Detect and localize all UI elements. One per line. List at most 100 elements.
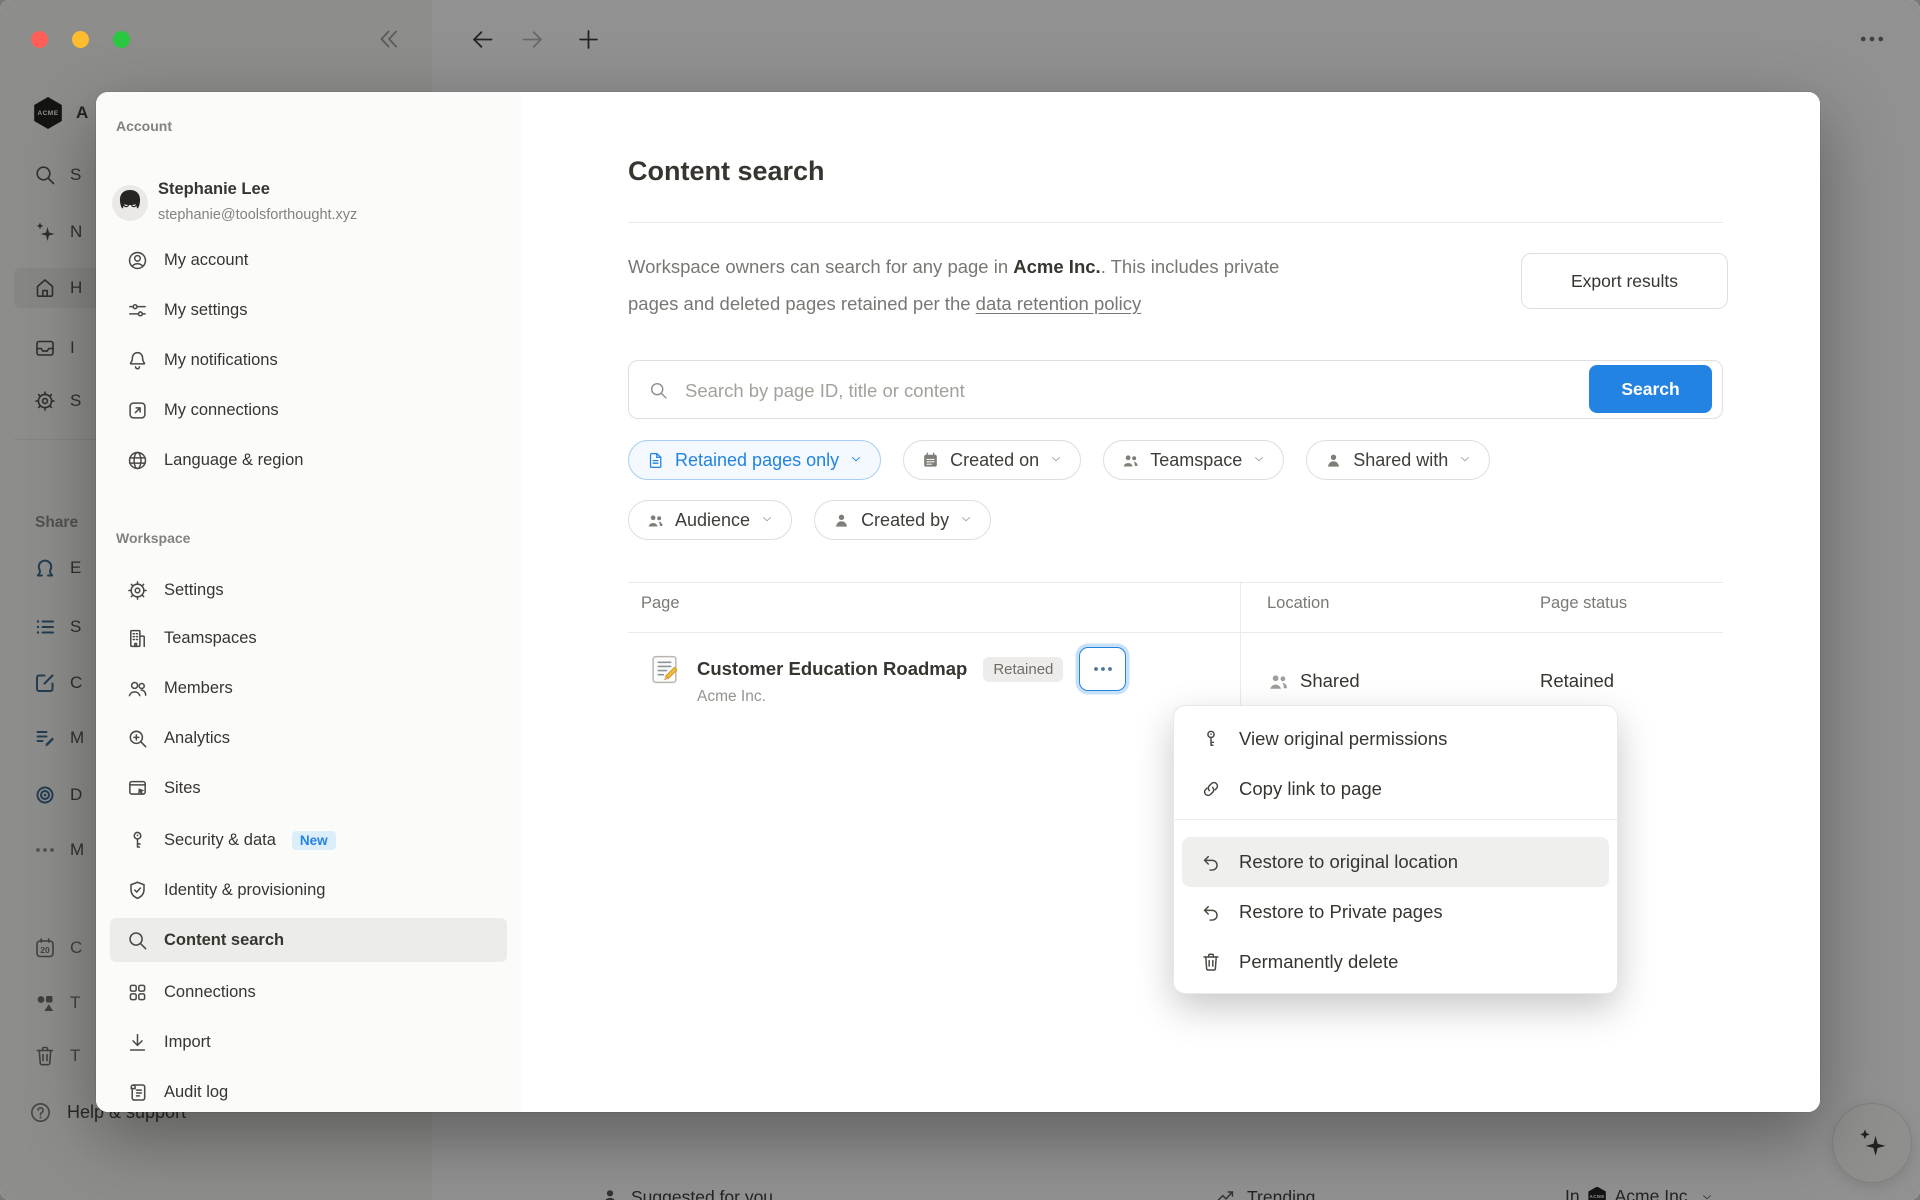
search-button[interactable]: Search: [1589, 365, 1712, 413]
people-icon: [124, 677, 150, 700]
nav-connections[interactable]: Connections: [110, 970, 507, 1014]
search-bar: Search: [628, 360, 1723, 419]
menu-restore-to-original-location[interactable]: Restore to original location: [1182, 837, 1609, 887]
page-subtitle-cell: Acme Inc.: [697, 688, 766, 706]
nav-my-account[interactable]: My account: [110, 238, 507, 282]
nav-sites[interactable]: Sites: [110, 766, 507, 810]
filter-created-by[interactable]: Created by: [814, 500, 991, 540]
export-results-button[interactable]: Export results: [1521, 253, 1728, 309]
nav-settings[interactable]: Settings: [110, 568, 507, 612]
menu-divider: [1174, 819, 1617, 820]
retained-badge: Retained: [983, 657, 1063, 682]
column-header-location: Location: [1267, 594, 1329, 613]
person-icon: [1324, 451, 1343, 470]
app-window: ACME A S N H I S: [0, 0, 1920, 1200]
nav-import[interactable]: Import: [110, 1020, 507, 1064]
filter-shared-with[interactable]: Shared with: [1306, 440, 1490, 480]
user-name: Stephanie Lee: [158, 180, 270, 199]
filter-row-1: Retained pages only Created on Teamspace…: [628, 440, 1490, 480]
nav-my-notifications[interactable]: My notifications: [110, 338, 507, 382]
ellipsis-icon: [1857, 24, 1887, 54]
workspace-name: Acme Inc.: [1013, 256, 1100, 277]
nav-security-data[interactable]: Security & data New: [110, 818, 507, 862]
filter-audience[interactable]: Audience: [628, 500, 792, 540]
search-icon: [648, 380, 669, 401]
browser-cursor-icon: [124, 777, 150, 800]
chevron-down-icon: [959, 510, 973, 531]
nav-analytics[interactable]: Analytics: [110, 716, 507, 760]
close-window-button[interactable]: [31, 31, 48, 48]
filter-created-on[interactable]: Created on: [903, 440, 1081, 480]
nav-my-settings[interactable]: My settings: [110, 288, 507, 332]
data-retention-policy-link[interactable]: data retention policy: [976, 293, 1142, 314]
memo-page-icon: [648, 653, 681, 686]
filter-row-2: Audience Created by: [628, 500, 991, 540]
nav-language-region[interactable]: Language & region: [110, 438, 507, 482]
new-badge: New: [292, 831, 336, 850]
window-controls: [31, 31, 130, 48]
workspace-section-label: Workspace: [116, 530, 190, 546]
file-text-icon: [646, 451, 665, 470]
nav-content-search[interactable]: Content search: [110, 918, 507, 962]
description: Workspace owners can search for any page…: [628, 248, 1328, 322]
people-icon: [646, 511, 665, 530]
page-title: Content search: [628, 156, 825, 187]
ellipsis-icon: [1091, 657, 1115, 681]
calendar-icon: [921, 451, 940, 470]
shield-check-icon: [124, 879, 150, 902]
key-icon: [124, 829, 150, 852]
link-icon: [1199, 778, 1223, 800]
chevron-down-icon: [849, 450, 863, 471]
people-icon: [1267, 670, 1290, 693]
account-section-label: Account: [116, 118, 172, 134]
chevron-down-icon: [1458, 450, 1472, 471]
window-more-button[interactable]: [1850, 24, 1894, 54]
chevron-down-icon: [1252, 450, 1266, 471]
title-divider: [628, 222, 1723, 223]
menu-restore-to-private-pages[interactable]: Restore to Private pages: [1182, 887, 1609, 937]
menu-view-original-permissions[interactable]: View original permissions: [1182, 714, 1609, 764]
menu-permanently-delete[interactable]: Permanently delete: [1182, 937, 1609, 987]
building-icon: [124, 627, 150, 650]
row-actions-menu: View original permissions Copy link to p…: [1173, 705, 1618, 994]
magnifier-plus-icon: [124, 727, 150, 750]
page-title-cell: Customer Education Roadmap: [697, 658, 967, 680]
settings-nav: Account Stephanie Lee stephanie@toolsfor…: [96, 92, 521, 1112]
nav-my-connections[interactable]: My connections: [110, 388, 507, 432]
undo-icon: [1199, 901, 1223, 923]
minimize-window-button[interactable]: [72, 31, 89, 48]
user-email: stephanie@toolsforthought.xyz: [158, 207, 357, 223]
avatar: [112, 185, 148, 226]
page-status-cell: Retained: [1540, 666, 1614, 696]
nav-members[interactable]: Members: [110, 666, 507, 710]
gear-icon: [124, 579, 150, 602]
undo-icon: [1199, 851, 1223, 873]
person-icon: [832, 511, 851, 530]
grid-icon: [124, 981, 150, 1004]
nav-identity-provisioning[interactable]: Identity & provisioning: [110, 868, 507, 912]
chevron-down-icon: [760, 510, 774, 531]
table-row[interactable]: Customer Education Roadmap Retained: [648, 646, 1126, 692]
arrow-up-right-box-icon: [124, 399, 150, 422]
import-arrow-icon: [124, 1031, 150, 1054]
bell-icon: [124, 349, 150, 372]
column-header-page-status: Page status: [1540, 594, 1627, 613]
column-header-page: Page: [641, 594, 680, 613]
person-circle-icon: [124, 249, 150, 272]
zoom-window-button[interactable]: [113, 31, 130, 48]
key-icon: [1199, 728, 1223, 750]
nav-audit-log[interactable]: Audit log: [110, 1070, 507, 1112]
row-actions-button[interactable]: [1079, 647, 1126, 691]
trash-icon: [1199, 951, 1223, 973]
nav-teamspaces[interactable]: Teamspaces: [110, 616, 507, 660]
menu-copy-link-to-page[interactable]: Copy link to page: [1182, 764, 1609, 814]
filter-teamspace[interactable]: Teamspace: [1103, 440, 1284, 480]
filter-retained-pages-only[interactable]: Retained pages only: [628, 440, 881, 480]
chevron-down-icon: [1049, 450, 1063, 471]
search-input[interactable]: [683, 361, 1607, 420]
search-icon: [124, 929, 150, 952]
location-cell: Shared: [1267, 666, 1360, 696]
sliders-icon: [124, 299, 150, 322]
scroll-icon: [124, 1081, 150, 1104]
table-top-divider: [628, 582, 1723, 583]
